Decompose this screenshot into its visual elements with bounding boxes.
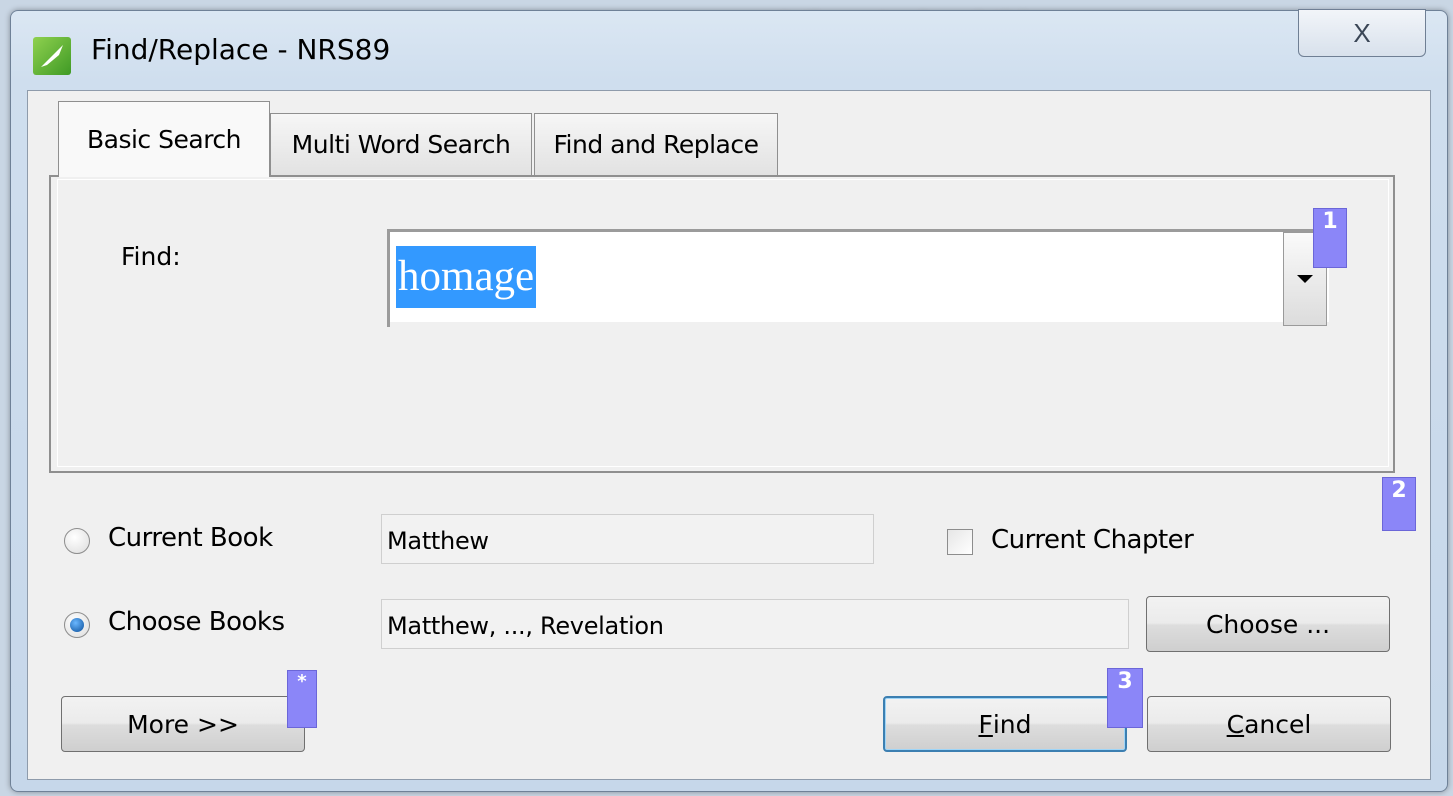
quill-icon — [33, 37, 71, 75]
close-icon: X — [1353, 17, 1371, 48]
badge-2: 2 — [1382, 477, 1416, 531]
cancel-button-mnemonic: C — [1226, 709, 1245, 739]
current-book-radio[interactable] — [64, 528, 90, 554]
choose-books-radio[interactable] — [64, 612, 90, 638]
find-button-label: ind — [992, 709, 1032, 739]
current-book-field: Matthew — [381, 514, 874, 564]
more-button[interactable]: More >> — [61, 696, 305, 752]
title-bar: Find/Replace - NRS89 X — [11, 9, 1447, 89]
basic-search-panel: Find: homage — [49, 175, 1395, 473]
tab-multi-word-search[interactable]: Multi Word Search — [270, 113, 532, 175]
badge-3: 3 — [1107, 668, 1143, 728]
current-chapter-checkbox[interactable] — [947, 529, 973, 555]
combo-bottom-edge — [390, 322, 1329, 328]
cancel-button-label: ancel — [1244, 709, 1312, 739]
find-input[interactable]: homage — [396, 246, 537, 308]
find-replace-dialog: Find/Replace - NRS89 X Basic Search Mult… — [10, 9, 1448, 792]
find-button[interactable]: Find — [883, 696, 1127, 752]
current-book-label[interactable]: Current Book — [108, 523, 273, 553]
dropdown-arrow-icon — [1297, 275, 1313, 283]
find-label: Find: — [121, 242, 181, 271]
choose-books-label[interactable]: Choose Books — [108, 607, 285, 637]
find-button-mnemonic: F — [978, 709, 993, 739]
current-chapter-label[interactable]: Current Chapter — [991, 525, 1194, 555]
tab-find-and-replace[interactable]: Find and Replace — [534, 113, 778, 175]
find-combobox[interactable]: homage — [387, 229, 1329, 328]
dialog-body: Basic Search Multi Word Search Find and … — [27, 90, 1431, 780]
tab-basic-search[interactable]: Basic Search — [58, 101, 270, 177]
close-button[interactable]: X — [1298, 9, 1426, 57]
window-title: Find/Replace - NRS89 — [91, 33, 391, 66]
choose-button[interactable]: Choose ... — [1146, 596, 1390, 652]
choose-books-field: Matthew, ..., Revelation — [381, 599, 1129, 649]
cancel-button[interactable]: Cancel — [1147, 696, 1391, 752]
badge-1: 1 — [1313, 208, 1347, 268]
badge-star: * — [287, 670, 317, 728]
